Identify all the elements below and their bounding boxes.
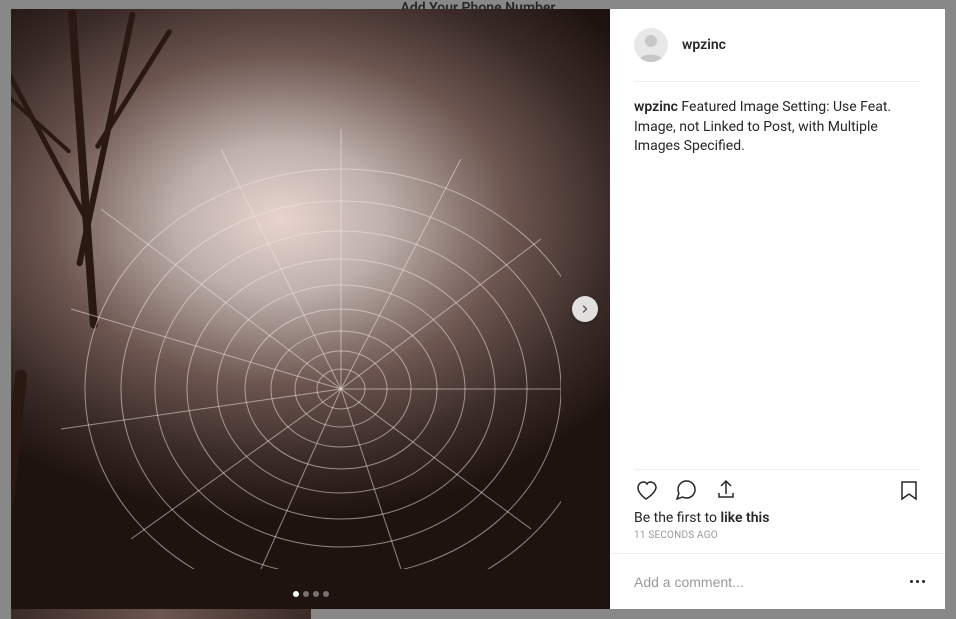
carousel-next-button[interactable] xyxy=(572,296,598,322)
thumbnail-strip xyxy=(11,609,311,619)
username-link[interactable]: wpzinc xyxy=(682,37,726,53)
share-icon xyxy=(714,478,738,502)
post-sidebar: wpzinc wpzinc Featured Image Setting: Us… xyxy=(610,9,945,609)
default-avatar-icon xyxy=(634,28,668,62)
caption-area: wpzinc Featured Image Setting: Use Feat.… xyxy=(610,82,945,469)
bookmark-icon xyxy=(897,478,921,502)
image-decoration-web xyxy=(41,129,561,569)
image-decoration xyxy=(11,369,28,609)
more-options-button[interactable] xyxy=(905,570,929,594)
carousel-dot[interactable] xyxy=(303,591,309,597)
carousel-dot[interactable] xyxy=(313,591,319,597)
more-dots-icon xyxy=(910,580,913,583)
post-image[interactable] xyxy=(11,9,610,609)
chevron-right-icon xyxy=(579,303,591,315)
timestamp[interactable]: 11 SECONDS AGO xyxy=(610,528,945,553)
carousel-dot[interactable] xyxy=(293,591,299,597)
share-button[interactable] xyxy=(714,478,738,502)
carousel-dot[interactable] xyxy=(323,591,329,597)
comment-button[interactable] xyxy=(674,478,698,502)
more-dots-icon xyxy=(922,580,925,583)
post-header: wpzinc xyxy=(610,9,945,81)
carousel-dots xyxy=(293,591,329,597)
action-bar xyxy=(610,470,945,508)
avatar[interactable] xyxy=(634,28,668,62)
post-modal: wpzinc wpzinc Featured Image Setting: Us… xyxy=(11,9,945,609)
likes-prefix: Be the first to xyxy=(634,510,721,526)
likes-action: like this xyxy=(721,510,770,526)
likes-line[interactable]: Be the first to like this xyxy=(610,508,945,528)
more-dots-icon xyxy=(916,580,919,583)
comment-input[interactable] xyxy=(634,574,905,590)
caption-author-link[interactable]: wpzinc xyxy=(634,99,678,115)
save-button[interactable] xyxy=(897,478,921,502)
heart-icon xyxy=(634,478,658,502)
post-image-area xyxy=(11,9,610,609)
comment-row xyxy=(610,553,945,609)
like-button[interactable] xyxy=(634,478,658,502)
comment-icon xyxy=(674,478,698,502)
